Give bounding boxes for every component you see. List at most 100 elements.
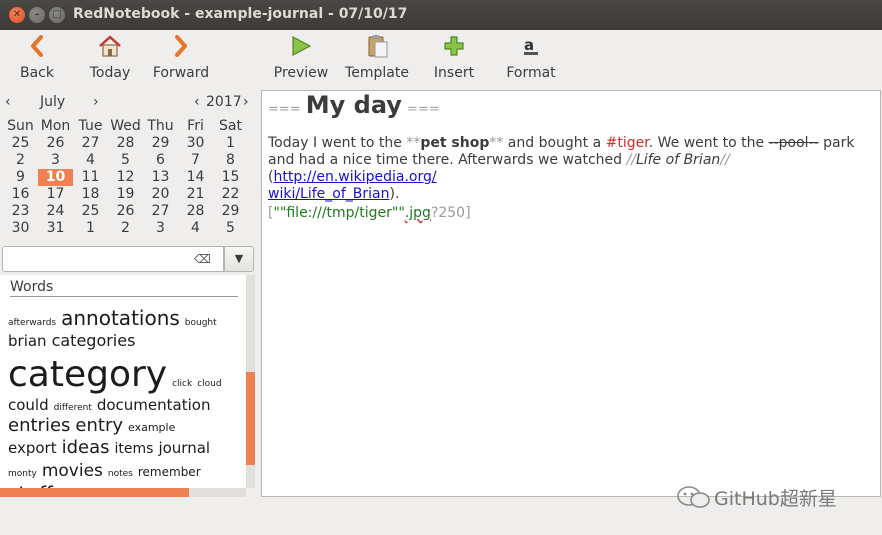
cloud-word[interactable]: remember	[138, 466, 201, 478]
cloud-word[interactable]: movies	[42, 463, 103, 480]
cloud-word[interactable]: items	[115, 442, 154, 456]
calendar-day[interactable]: 11	[73, 169, 108, 186]
strike-mark: --	[808, 135, 819, 151]
day-editor[interactable]: === My day === Today I went to the **pet…	[261, 90, 881, 497]
word-cloud-horizontal-scrollbar[interactable]	[0, 488, 246, 497]
play-icon	[271, 32, 331, 60]
calendar-day[interactable]: 14	[178, 169, 213, 186]
minimize-window-button[interactable]: –	[29, 7, 45, 23]
calendar-day[interactable]: 30	[178, 135, 213, 152]
next-month-button[interactable]: ›	[93, 94, 99, 110]
calendar-day[interactable]: 13	[143, 169, 178, 186]
calendar-day[interactable]: 9	[3, 169, 38, 186]
horizontal-scroll-thumb[interactable]	[0, 488, 189, 497]
format-text-icon: a	[503, 32, 559, 60]
wikipedia-link[interactable]: http://en.wikipedia.org/wiki/Life_of_Bri…	[268, 169, 437, 202]
cloud-word[interactable]: entry	[75, 417, 123, 435]
format-button[interactable]: a Format	[503, 32, 559, 81]
search-input[interactable]: ⌫	[2, 246, 224, 272]
calendar-day[interactable]: 21	[178, 186, 213, 203]
insert-button[interactable]: Insert	[431, 32, 477, 81]
cloud-word[interactable]: bought	[185, 319, 217, 328]
cloud-word[interactable]: categories	[52, 333, 136, 349]
calendar-day[interactable]: 4	[73, 152, 108, 169]
cloud-word[interactable]: notes	[108, 470, 133, 479]
cloud-word[interactable]: different	[54, 404, 92, 413]
calendar-day[interactable]: 28	[178, 203, 213, 220]
today-button[interactable]: Today	[87, 32, 133, 81]
image-path: file:///tmp/tiger	[286, 205, 392, 221]
calendar-day[interactable]: 23	[3, 203, 38, 220]
calendar-day[interactable]: 26	[108, 203, 143, 220]
link-part-1[interactable]: http://en.wikipedia.org/	[273, 169, 436, 185]
back-arrow-icon	[17, 32, 57, 60]
prev-year-button[interactable]: ‹	[194, 94, 200, 110]
back-button[interactable]: Back	[17, 32, 57, 81]
calendar-day[interactable]: 7	[178, 152, 213, 169]
cloud-word[interactable]: brian	[8, 334, 47, 349]
cloud-word[interactable]: could	[8, 398, 49, 413]
calendar-day[interactable]: 29	[143, 135, 178, 152]
calendar-day[interactable]: 3	[143, 220, 178, 237]
search-dropdown-button[interactable]: ▼	[224, 246, 254, 272]
cloud-word[interactable]: example	[128, 422, 175, 433]
calendar-day[interactable]: 27	[73, 135, 108, 152]
calendar-day[interactable]: 5	[213, 220, 248, 237]
cloud-word[interactable]: annotations	[61, 308, 180, 328]
forward-label: Forward	[152, 65, 210, 81]
cloud-word[interactable]: export	[8, 441, 57, 456]
calendar-day[interactable]: 17	[38, 186, 73, 203]
calendar-day[interactable]: 2	[3, 152, 38, 169]
calendar-day[interactable]: 1	[73, 220, 108, 237]
cloud-word[interactable]: click	[172, 380, 192, 389]
cloud-word[interactable]: category	[8, 357, 167, 393]
weekday-label: Sat	[219, 118, 242, 134]
cloud-word[interactable]: ideas	[62, 439, 110, 457]
word-cloud-vertical-scrollbar[interactable]	[246, 275, 255, 488]
cloud-word[interactable]: documentation	[97, 398, 211, 413]
calendar-day[interactable]: 28	[108, 135, 143, 152]
italic-text: Life of Brian	[635, 152, 721, 168]
calendar-day[interactable]: 4	[178, 220, 213, 237]
cloud-word[interactable]: monty	[8, 470, 37, 479]
forward-button[interactable]: Forward	[150, 32, 212, 81]
bold-text: pet shop	[420, 135, 490, 151]
maximize-window-button[interactable]: □	[49, 7, 65, 23]
cloud-word[interactable]: afterwards	[8, 319, 56, 328]
calendar-day[interactable]: 6	[143, 152, 178, 169]
cloud-word[interactable]: entries	[8, 417, 70, 435]
entry-title: My day	[305, 91, 402, 119]
calendar-day[interactable]: 16	[3, 186, 38, 203]
calendar-day[interactable]: 20	[143, 186, 178, 203]
cloud-word[interactable]: cloud	[197, 380, 221, 389]
link-part-2[interactable]: wiki/Life_of_Brian	[268, 186, 389, 202]
calendar-day[interactable]: 2	[108, 220, 143, 237]
calendar-day[interactable]: 19	[108, 186, 143, 203]
prev-month-button[interactable]: ‹	[5, 94, 11, 110]
calendar-day[interactable]: 1	[213, 135, 248, 152]
template-button[interactable]: Template	[344, 32, 410, 81]
calendar-day[interactable]: 31	[38, 220, 73, 237]
calendar-day[interactable]: 3	[38, 152, 73, 169]
vertical-scroll-thumb[interactable]	[246, 372, 255, 465]
calendar-day[interactable]: 8	[213, 152, 248, 169]
preview-button[interactable]: Preview	[271, 32, 331, 81]
clear-search-icon[interactable]: ⌫	[194, 252, 211, 266]
calendar-day[interactable]: 10	[38, 169, 73, 186]
calendar-week-row: 30 31 1 2 3 4 5	[3, 220, 253, 237]
calendar-day[interactable]: 30	[3, 220, 38, 237]
calendar-day[interactable]: 25	[3, 135, 38, 152]
calendar-day[interactable]: 27	[143, 203, 178, 220]
calendar-day[interactable]: 25	[73, 203, 108, 220]
cloud-word[interactable]: journal	[158, 441, 210, 456]
close-window-button[interactable]: ✕	[9, 7, 25, 23]
calendar-day[interactable]: 12	[108, 169, 143, 186]
calendar-day[interactable]: 26	[38, 135, 73, 152]
calendar-day[interactable]: 5	[108, 152, 143, 169]
calendar-day[interactable]: 29	[213, 203, 248, 220]
next-year-button[interactable]: ›	[243, 94, 249, 110]
calendar-day[interactable]: 22	[213, 186, 248, 203]
calendar-day[interactable]: 15	[213, 169, 248, 186]
calendar-day[interactable]: 24	[38, 203, 73, 220]
calendar-day[interactable]: 18	[73, 186, 108, 203]
